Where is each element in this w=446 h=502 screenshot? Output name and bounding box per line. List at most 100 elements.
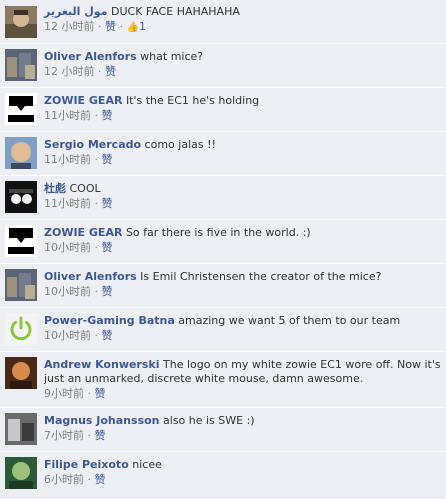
like-link[interactable]: 赞	[102, 329, 113, 342]
comment-item: Power-Gaming Batna amazing we want 5 of …	[0, 308, 446, 352]
comment-timestamp[interactable]: 6小时前	[44, 473, 84, 486]
comment-text: Is Emil Christensen the creator of the m…	[140, 270, 382, 283]
comment-timestamp[interactable]: 10小时前	[44, 285, 91, 298]
comment-timestamp[interactable]: 10小时前	[44, 241, 91, 254]
zowie-logo-icon[interactable]	[5, 93, 37, 125]
like-link[interactable]: 赞	[95, 473, 106, 486]
comment-author-link[interactable]: Sergio Mercado	[44, 138, 141, 151]
comment-body: Magnus Johansson also he is SWE :) 7小时前 …	[44, 414, 446, 443]
comment-author-link[interactable]: Magnus Johansson	[44, 414, 160, 427]
comment-text-line: Sergio Mercado como jalas !!	[44, 138, 446, 152]
comment-body: Filipe Peixoto nicee 6小时前 · 赞	[44, 458, 446, 487]
comment-text: what mice?	[140, 50, 204, 63]
like-link[interactable]: 赞	[102, 109, 113, 122]
comment-timestamp[interactable]: 10小时前	[44, 329, 91, 342]
comment-timestamp[interactable]: 7小时前	[44, 429, 84, 442]
like-link[interactable]: 赞	[105, 65, 116, 78]
comment-text-line: ZOWIE GEAR So far there is five in the w…	[44, 226, 446, 240]
comment-text: So far there is five in the world. :)	[125, 226, 311, 239]
meta-separator: ·	[94, 65, 105, 78]
like-link[interactable]: 赞	[102, 197, 113, 210]
comment-author-link[interactable]: Andrew Konwerski	[44, 358, 160, 371]
comment-body: Andrew Konwerski The logo on my white zo…	[44, 358, 446, 401]
comment-author-link[interactable]: Filipe Peixoto	[44, 458, 129, 471]
meta-separator: ·	[94, 20, 105, 33]
meta-separator: ·	[91, 153, 102, 166]
comment-meta: 7小时前 · 赞	[44, 429, 446, 443]
comment-meta: 11小时前 · 赞	[44, 197, 446, 211]
thumbs-up-icon[interactable]: 👍	[127, 22, 139, 33]
comment-text-line: Oliver Alenfors what mice?	[44, 50, 446, 64]
comment-author-link[interactable]: Oliver Alenfors	[44, 270, 137, 283]
comment-text: COOL	[69, 182, 101, 195]
comment-timestamp[interactable]: 11小时前	[44, 197, 91, 210]
comment-author-link[interactable]: 杜彪	[44, 182, 66, 195]
comment-body: Power-Gaming Batna amazing we want 5 of …	[44, 314, 446, 343]
comment-meta: 10小时前 · 赞	[44, 329, 446, 343]
comment-author-link[interactable]: ZOWIE GEAR	[44, 226, 122, 239]
comment-item: ZOWIE GEAR So far there is five in the w…	[0, 220, 446, 264]
zowie-logo-icon[interactable]	[5, 225, 37, 257]
meta-separator: ·	[91, 285, 102, 298]
comment-body: ZOWIE GEAR It's the EC1 he's holding 11小…	[44, 94, 446, 123]
comment-author-link[interactable]: ZOWIE GEAR	[44, 94, 122, 107]
comment-timestamp[interactable]: 12 小时前	[44, 65, 95, 78]
comment-body: مول البغرير DUCK FACE HAHAHAHA 12 小时前 · …	[44, 5, 446, 35]
like-link[interactable]: 赞	[102, 241, 113, 254]
comment-text-line: Oliver Alenfors Is Emil Christensen the …	[44, 270, 446, 284]
like-link[interactable]: 赞	[102, 285, 113, 298]
comment-text-line: Andrew Konwerski The logo on my white zo…	[44, 358, 446, 386]
meta-separator: ·	[91, 109, 102, 122]
user-photo-icon[interactable]	[5, 6, 37, 38]
meta-separator: ·	[91, 197, 102, 210]
comment-meta: 12 小时前 · 赞	[44, 65, 446, 79]
user-photo-icon[interactable]	[5, 269, 37, 301]
comment-timestamp[interactable]: 9小时前	[44, 387, 84, 400]
user-photo-icon[interactable]	[5, 357, 37, 389]
meta-separator: ·	[91, 241, 102, 254]
comment-body: ZOWIE GEAR So far there is five in the w…	[44, 226, 446, 255]
comment-meta: 11小时前 · 赞	[44, 153, 446, 167]
comment-text: amazing we want 5 of them to our team	[178, 314, 401, 327]
user-photo-icon[interactable]	[5, 413, 37, 445]
comment-text-line: Magnus Johansson also he is SWE :)	[44, 414, 446, 428]
comment-item: ZOWIE GEAR It's the EC1 he's holding 11小…	[0, 88, 446, 132]
like-link[interactable]: 赞	[105, 20, 116, 33]
comment-timestamp[interactable]: 12 小时前	[44, 20, 95, 33]
power-button-icon[interactable]	[5, 313, 37, 345]
comment-text: nicee	[132, 458, 162, 471]
like-link[interactable]: 赞	[102, 153, 113, 166]
comment-meta: 11小时前 · 赞	[44, 109, 446, 123]
comment-item: Sergio Mercado como jalas !! 11小时前 · 赞	[0, 132, 446, 176]
comment-author-link[interactable]: مول البغرير	[44, 5, 108, 18]
comment-text-line: ZOWIE GEAR It's the EC1 he's holding	[44, 94, 446, 108]
comment-item: مول البغرير DUCK FACE HAHAHAHA 12 小时前 · …	[0, 0, 446, 44]
comment-meta: 10小时前 · 赞	[44, 241, 446, 255]
meta-separator: ·	[116, 20, 127, 33]
comment-body: 杜彪 COOL 11小时前 · 赞	[44, 182, 446, 211]
comment-text: DUCK FACE HAHAHAHA	[111, 5, 240, 18]
comment-item: Oliver Alenfors Is Emil Christensen the …	[0, 264, 446, 308]
comment-author-link[interactable]: Oliver Alenfors	[44, 50, 137, 63]
comment-meta: 12 小时前 · 赞 · 👍1	[44, 20, 446, 35]
comment-meta: 6小时前 · 赞	[44, 473, 446, 487]
user-photo-icon[interactable]	[5, 137, 37, 169]
meta-separator: ·	[84, 473, 95, 486]
comment-text-line: 杜彪 COOL	[44, 182, 446, 196]
comment-item: Oliver Alenfors what mice? 12 小时前 · 赞	[0, 44, 446, 88]
like-link[interactable]: 赞	[95, 387, 106, 400]
comment-item: 杜彪 COOL 11小时前 · 赞	[0, 176, 446, 220]
comment-timestamp[interactable]: 11小时前	[44, 153, 91, 166]
comment-text: It's the EC1 he's holding	[125, 94, 260, 107]
user-photo-icon[interactable]	[5, 49, 37, 81]
user-photo-icon[interactable]	[5, 181, 37, 213]
user-photo-icon[interactable]	[5, 457, 37, 489]
comment-author-link[interactable]: Power-Gaming Batna	[44, 314, 175, 327]
comment-timestamp[interactable]: 11小时前	[44, 109, 91, 122]
comment-meta: 9小时前 · 赞	[44, 387, 446, 401]
like-link[interactable]: 赞	[95, 429, 106, 442]
likes-count[interactable]: 1	[139, 20, 146, 33]
comment-body: Oliver Alenfors Is Emil Christensen the …	[44, 270, 446, 299]
meta-separator: ·	[91, 329, 102, 342]
comment-item: Magnus Johansson also he is SWE :) 7小时前 …	[0, 408, 446, 452]
